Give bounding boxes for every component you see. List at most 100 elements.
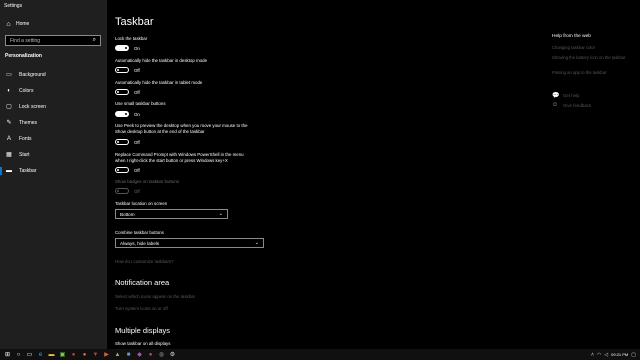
sidebar-item-fonts[interactable]: A Fonts	[5, 134, 32, 144]
sidebar: Settings ⌂ Home Find a setting ⌕ Persona…	[0, 0, 107, 349]
sidebar-item-label: Themes	[19, 120, 38, 126]
combine-value: Always, hide labels	[120, 240, 160, 246]
toggle-switch[interactable]	[115, 67, 129, 73]
chevron-up-icon[interactable]: ˄	[591, 352, 594, 358]
font-icon: A	[6, 136, 11, 142]
app-icon[interactable]: ◍	[156, 349, 167, 360]
setting-label: Show taskbar on all displays	[115, 341, 171, 346]
system-tray: ˄ ◠ ◁ 09:21 PM ▢	[591, 349, 640, 360]
person-icon: ☺	[552, 102, 559, 108]
toggle-switch[interactable]	[115, 111, 129, 117]
app-icon[interactable]: ◆	[134, 349, 145, 360]
sidebar-item-background[interactable]: ▭ Background	[5, 70, 46, 80]
setting-label: Use small taskbar buttons	[115, 101, 166, 106]
autohide-desktop-toggle[interactable]: Off	[115, 67, 140, 73]
windows-icon[interactable]: ⊞	[2, 349, 13, 360]
palette-icon: ◐	[7, 88, 11, 94]
chevron-down-icon: ⌄	[254, 240, 259, 246]
sidebar-item-start[interactable]: ▦ Start	[5, 150, 30, 160]
sidebar-item-label: Colors	[19, 88, 34, 94]
toggle-switch[interactable]	[115, 45, 129, 51]
toggle-switch[interactable]	[115, 89, 129, 95]
customize-link[interactable]: How do I customize taskbars?	[115, 259, 174, 264]
combine-dropdown[interactable]: Always, hide labels ⌄	[115, 238, 264, 248]
toggle-state: On	[134, 111, 140, 117]
sidebar-item-colors[interactable]: ◐ Colors	[5, 86, 33, 96]
multiple-displays-heading: Multiple displays	[115, 326, 171, 335]
badges-toggle: Off	[115, 188, 140, 194]
brush-icon: ✎	[6, 120, 12, 126]
app-icon[interactable]: ●	[145, 349, 156, 360]
image-icon: ▭	[6, 72, 12, 78]
setting-label: Automatically hide the taskbar in tablet…	[115, 80, 203, 85]
search-icon[interactable]: ○	[13, 349, 24, 360]
location-value: Bottom	[120, 211, 135, 217]
firefox-icon[interactable]: ●	[79, 349, 90, 360]
toggle-switch[interactable]	[115, 167, 129, 173]
edge-icon[interactable]: e	[35, 349, 46, 360]
clock[interactable]: 09:21 PM	[611, 352, 628, 357]
feedback-link[interactable]: ☺ Give feedback	[552, 102, 591, 108]
help-link[interactable]: Showing the battery icon on the taskbar	[552, 55, 632, 61]
toggle-state: Off	[134, 139, 140, 145]
notification-heading: Notification area	[115, 278, 170, 287]
setting-label: Lock the taskbar	[115, 36, 148, 41]
system-icons-link[interactable]: Turn system icons on or off	[115, 306, 168, 311]
search-input[interactable]: Find a setting ⌕	[5, 35, 101, 46]
sidebar-item-label: Background	[19, 72, 46, 78]
toggle-state: Off	[134, 188, 140, 194]
toggle-state: On	[134, 45, 140, 51]
setting-label-line2: when I right-click the start button or p…	[115, 158, 228, 163]
location-dropdown[interactable]: Bottom ⌄	[115, 209, 228, 219]
autohide-tablet-toggle[interactable]: Off	[115, 89, 140, 95]
chat-icon: 💬	[552, 93, 560, 99]
explorer-icon[interactable]: ▬	[46, 349, 57, 360]
monitor-icon: ▢	[6, 104, 12, 110]
home-label: Home	[16, 21, 30, 27]
location-label: Taskbar location on screen	[115, 201, 168, 206]
feedback-label: Give feedback	[563, 102, 592, 108]
help-heading: Help from the web	[552, 34, 591, 39]
volume-icon[interactable]: ◁	[604, 352, 608, 358]
search-placeholder: Find a setting	[10, 37, 41, 44]
setting-label-line2: Show desktop button at the end of the ta…	[115, 129, 205, 134]
main-content: Taskbar Lock the taskbar On Automaticall…	[107, 0, 640, 349]
app-icon[interactable]: ■	[123, 349, 134, 360]
search-icon: ⌕	[92, 37, 96, 43]
taskbar-icon: ▬	[6, 168, 12, 174]
help-link[interactable]: Pinning an app to the taskbar	[552, 70, 632, 76]
sidebar-item-label: Fonts	[19, 136, 32, 142]
store-icon[interactable]: ▣	[57, 349, 68, 360]
select-icons-link[interactable]: Select which icons appear on the taskbar	[115, 294, 195, 299]
sidebar-item-label: Start	[19, 152, 30, 158]
home-icon: ⌂	[6, 20, 11, 28]
small-buttons-toggle[interactable]: On	[115, 111, 140, 117]
sidebar-item-lock-screen[interactable]: ▢ Lock screen	[5, 102, 46, 112]
notification-icon[interactable]: ▢	[631, 352, 636, 358]
home-button[interactable]: ⌂ Home	[5, 19, 29, 29]
sidebar-item-themes[interactable]: ✎ Themes	[5, 118, 37, 128]
sidebar-item-label: Lock screen	[19, 104, 46, 110]
section-heading: Personalization	[5, 53, 42, 59]
sidebar-item-taskbar[interactable]: ▬ Taskbar	[0, 166, 37, 176]
powershell-toggle[interactable]: Off	[115, 167, 140, 173]
start-icon: ▦	[6, 152, 12, 158]
app-icon[interactable]: ▲	[112, 349, 123, 360]
chevron-down-icon: ⌄	[218, 211, 223, 217]
settings-icon[interactable]: ⚙	[167, 349, 178, 360]
toggle-switch[interactable]	[115, 139, 129, 145]
setting-label: Show badges on taskbar buttons	[115, 179, 179, 184]
sidebar-item-label: Taskbar	[19, 168, 37, 174]
taskview-icon[interactable]: ▭	[24, 349, 35, 360]
toggle-switch	[115, 188, 129, 194]
get-help-label: Get help	[563, 93, 580, 98]
media-icon[interactable]: ▶	[101, 349, 112, 360]
help-link[interactable]: Changing taskbar color	[552, 45, 632, 51]
get-help-link[interactable]: 💬 Get help	[552, 92, 580, 99]
peek-toggle[interactable]: Off	[115, 139, 140, 145]
toggle-state: Off	[134, 167, 140, 173]
network-icon[interactable]: ◠	[597, 352, 601, 358]
mail-icon[interactable]: ▼	[90, 349, 101, 360]
chrome-icon[interactable]: ●	[68, 349, 79, 360]
lock-taskbar-toggle[interactable]: On	[115, 45, 140, 51]
